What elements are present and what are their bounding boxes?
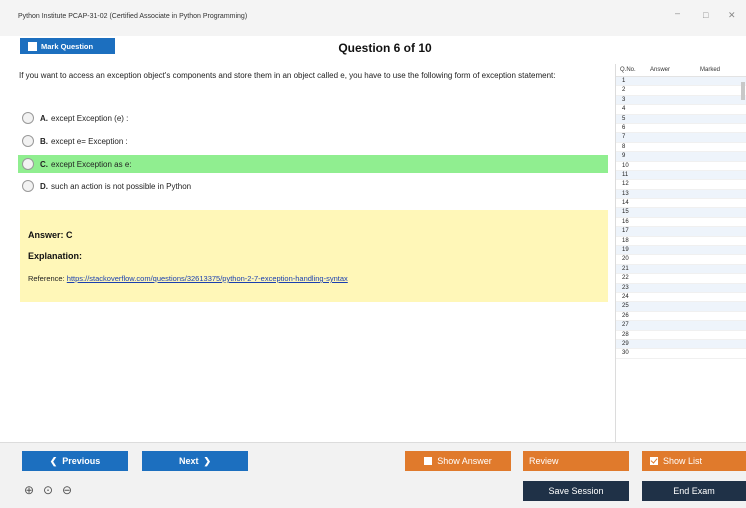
question-list-row[interactable]: 9 (616, 152, 746, 162)
chevron-left-icon: ❮ (49, 455, 58, 466)
minimize-icon[interactable]: – (675, 8, 680, 18)
bottom-toolbar: ❮ Previous Next ❯ Show Answer Review Sho… (0, 442, 746, 508)
question-list-row[interactable]: 26 (616, 312, 746, 322)
show-answer-label: Show Answer (437, 456, 492, 466)
question-list-row[interactable]: 3 (616, 95, 746, 106)
question-list-row[interactable]: 15 (616, 208, 746, 218)
next-label: Next (178, 456, 199, 466)
question-list-row[interactable]: 25 (616, 302, 746, 312)
question-list-row[interactable]: 2 (616, 86, 746, 96)
question-list-row[interactable]: 4 (616, 105, 746, 115)
end-exam-button[interactable]: End Exam (642, 481, 746, 501)
option-letter: D. (40, 181, 48, 191)
question-list-row[interactable]: 6 (616, 124, 746, 134)
radio-icon[interactable] (22, 158, 34, 170)
column-marked: Marked (700, 67, 721, 73)
show-list-button[interactable]: Show List (642, 451, 746, 471)
question-list-row[interactable]: 12 (616, 180, 746, 190)
next-button[interactable]: Next ❯ (142, 451, 248, 471)
checkbox-checked-icon (650, 457, 658, 465)
reference-prefix: Reference: (28, 274, 67, 283)
scrollbar-thumb[interactable] (741, 82, 745, 100)
option-text: except Exception (e) : (51, 113, 129, 123)
question-list-row[interactable]: 14 (616, 199, 746, 209)
option-b[interactable]: B. except e= Exception : (18, 132, 608, 150)
chevron-right-icon: ❯ (203, 455, 212, 466)
question-list-sidebar: Q.No. Answer Marked 1 2 3 4 5 6 7 8 9 10 11 12 13 14 1… (615, 64, 746, 442)
option-text: such an action is not possible in Python (51, 181, 192, 191)
answer-explanation-box: Answer: C Explanation: Reference: https:… (20, 210, 608, 302)
column-qno: Q.No. (620, 67, 636, 73)
mark-question-button[interactable]: Mark Question (20, 38, 115, 54)
option-letter: C. (40, 159, 48, 169)
reference-link[interactable]: https://stackoverflow.com/questions/3261… (67, 274, 348, 283)
option-c[interactable]: C. except Exception as e: (18, 155, 608, 173)
zoom-in-icon[interactable]: ⊕ (24, 483, 34, 497)
question-list-row[interactable]: 18 (616, 237, 746, 247)
question-text: If you want to access an exception objec… (19, 71, 556, 80)
radio-icon[interactable] (22, 135, 34, 147)
option-letter: B. (40, 136, 48, 146)
question-list-row[interactable]: 27 (616, 321, 746, 331)
question-list-row[interactable]: 20 (616, 255, 746, 265)
save-session-label: Save Session (548, 486, 604, 496)
window-titlebar: Python Institute PCAP-31-02 (Certified A… (0, 0, 746, 37)
option-a[interactable]: A. except Exception (e) : (18, 109, 608, 127)
question-list: 1 2 3 4 5 6 7 8 9 10 11 12 13 14 15 16 17 18 19 20 21 22 23 24 2… (616, 77, 746, 359)
question-list-header: Q.No. Answer Marked (616, 64, 746, 77)
window-title: Python Institute PCAP-31-02 (Certified A… (18, 13, 248, 20)
mark-question-label: Mark Question (41, 41, 94, 51)
question-panel: If you want to access an exception objec… (18, 64, 610, 440)
explanation-label: Explanation: (28, 251, 83, 261)
zoom-out-icon[interactable]: ⊖ (62, 483, 72, 497)
question-list-row[interactable]: 29 (616, 339, 746, 350)
question-list-row[interactable]: 1 (616, 77, 746, 87)
radio-icon[interactable] (22, 112, 34, 124)
question-list-row[interactable]: 13 (616, 189, 746, 200)
show-answer-button[interactable]: Show Answer (405, 451, 511, 471)
option-text: except e= Exception : (51, 136, 128, 146)
question-list-row[interactable]: 8 (616, 143, 746, 153)
question-header: Mark Question Question 6 of 10 (0, 36, 746, 60)
question-list-row[interactable]: 5 (616, 114, 746, 124)
close-icon[interactable]: ✕ (728, 10, 736, 21)
question-list-row[interactable]: 28 (616, 331, 746, 340)
question-list-row[interactable]: 24 (616, 293, 746, 303)
review-button[interactable]: Review (523, 451, 629, 471)
previous-button[interactable]: ❮ Previous (22, 451, 128, 471)
answer-label: Answer: C (28, 230, 73, 240)
question-list-row[interactable]: 30 (616, 349, 746, 359)
maximize-icon[interactable]: □ (703, 10, 708, 20)
question-list-row[interactable]: 22 (616, 274, 746, 284)
checkbox-icon (424, 457, 433, 465)
question-list-row[interactable]: 21 (616, 264, 746, 275)
option-text: except Exception as e: (51, 159, 132, 169)
column-answer: Answer (650, 67, 671, 73)
end-exam-label: End Exam (673, 486, 715, 496)
option-letter: A. (40, 113, 48, 123)
question-list-row[interactable]: 7 (616, 133, 746, 143)
show-list-label: Show List (663, 456, 703, 466)
reference-line: Reference: https://stackoverflow.com/que… (28, 274, 348, 283)
option-d[interactable]: D. such an action is not possible in Pyt… (18, 177, 608, 195)
question-list-row[interactable]: 11 (616, 170, 746, 181)
checkbox-icon (28, 41, 37, 51)
question-heading: Question 6 of 10 (338, 41, 432, 55)
review-label: Review (529, 456, 559, 466)
radio-icon[interactable] (22, 180, 34, 192)
zoom-reset-icon[interactable]: ⊙ (43, 483, 53, 497)
question-list-row[interactable]: 23 (616, 283, 746, 293)
question-list-row[interactable]: 16 (616, 218, 746, 228)
question-list-row[interactable]: 10 (616, 162, 746, 171)
question-list-row[interactable]: 19 (616, 246, 746, 256)
previous-label: Previous (62, 456, 101, 466)
question-list-row[interactable]: 17 (616, 227, 746, 237)
save-session-button[interactable]: Save Session (523, 481, 629, 501)
